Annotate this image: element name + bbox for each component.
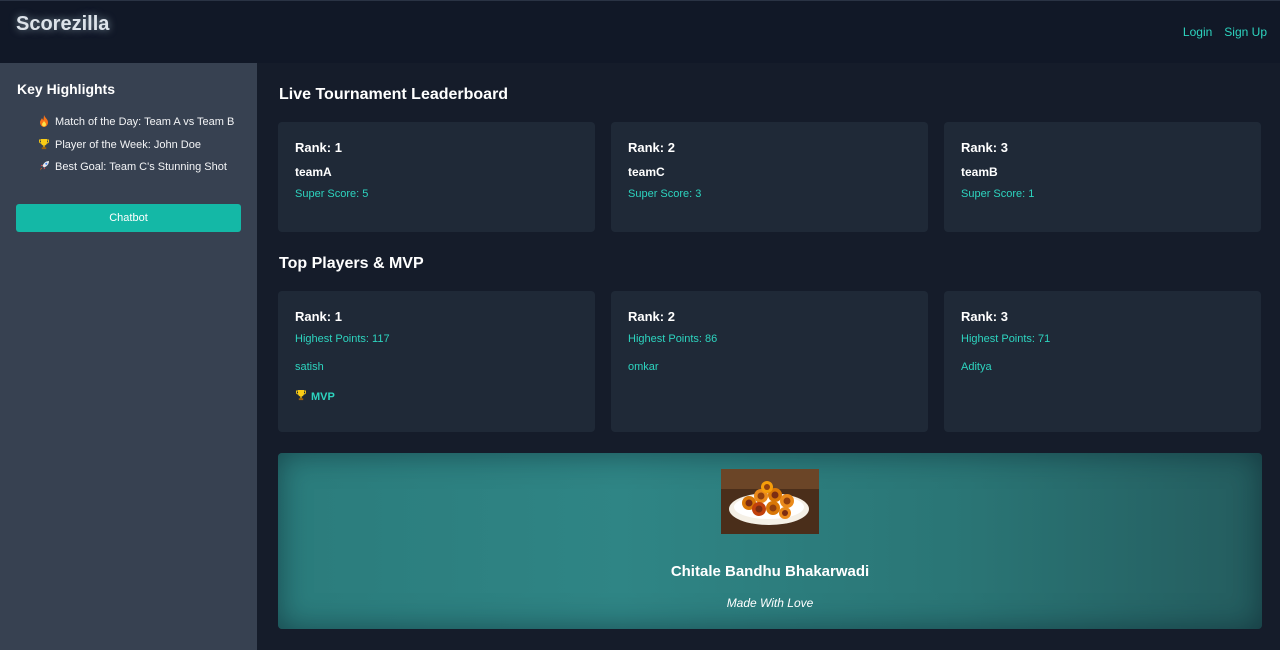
team-score: Super Score: 1 xyxy=(961,188,1035,200)
team-rank: Rank: 2 xyxy=(628,140,675,155)
trophy-icon xyxy=(39,138,50,151)
sidebar-title: Key Highlights xyxy=(17,81,116,97)
player-rank: Rank: 3 xyxy=(961,309,1008,324)
mvp-badge: MVP xyxy=(296,389,335,404)
team-card: Rank: 3 teamB Super Score: 1 xyxy=(944,122,1261,232)
team-score: Super Score: 5 xyxy=(295,188,369,200)
player-card: Rank: 1 Highest Points: 117 satish MVP xyxy=(278,291,595,432)
main-content: Live Tournament Leaderboard Rank: 1 team… xyxy=(257,63,1280,650)
highlight-text: Match of the Day: Team A vs Team B xyxy=(55,116,235,128)
player-rank: Rank: 2 xyxy=(628,309,675,324)
top-navbar: Scorezilla Login Sign Up xyxy=(0,0,1280,63)
sponsor-tagline: Made With Love xyxy=(726,596,814,610)
login-link[interactable]: Login xyxy=(1183,25,1212,39)
rocket-icon xyxy=(39,160,50,173)
signup-link[interactable]: Sign Up xyxy=(1224,25,1267,39)
player-name: omkar xyxy=(628,361,659,373)
sponsor-title: Chitale Bandhu Bhakarwadi xyxy=(670,563,870,580)
leaderboard-title: Live Tournament Leaderboard xyxy=(279,86,509,103)
player-points: Highest Points: 86 xyxy=(628,333,718,345)
team-name: teamC xyxy=(628,165,665,179)
sponsor-product-image xyxy=(721,469,819,534)
brand-logo[interactable]: Scorezilla xyxy=(16,13,109,36)
player-card: Rank: 2 Highest Points: 86 omkar xyxy=(611,291,928,432)
team-rank: Rank: 3 xyxy=(961,140,1008,155)
player-card: Rank: 3 Highest Points: 71 Aditya xyxy=(944,291,1261,432)
auth-nav: Login Sign Up xyxy=(1183,25,1267,39)
team-name: teamB xyxy=(961,165,998,179)
highlights-list: Match of the Day: Team A vs Team B Playe… xyxy=(39,115,234,183)
list-item: Best Goal: Team C's Stunning Shot xyxy=(39,160,234,183)
chatbot-button[interactable]: Chatbot xyxy=(16,204,241,232)
player-points: Highest Points: 71 xyxy=(961,333,1051,345)
sidebar: Key Highlights Match of the Day: Team A … xyxy=(0,63,257,650)
player-points: Highest Points: 117 xyxy=(295,333,390,345)
highlight-text: Player of the Week: John Doe xyxy=(55,138,201,151)
team-name: teamA xyxy=(295,165,332,179)
player-name: Aditya xyxy=(961,361,992,373)
list-item: Match of the Day: Team A vs Team B xyxy=(39,115,234,138)
sponsor-banner: Chitale Bandhu Bhakarwadi Made With Love xyxy=(278,453,1262,629)
player-name: satish xyxy=(295,361,324,373)
team-card: Rank: 2 teamC Super Score: 3 xyxy=(611,122,928,232)
highlight-text: Best Goal: Team C's Stunning Shot xyxy=(55,161,227,173)
team-rank: Rank: 1 xyxy=(295,140,342,155)
trophy-icon xyxy=(296,389,306,404)
team-score: Super Score: 3 xyxy=(628,188,702,200)
player-rank: Rank: 1 xyxy=(295,309,342,324)
mvp-label: MVP xyxy=(311,390,335,403)
team-card: Rank: 1 teamA Super Score: 5 xyxy=(278,122,595,232)
fire-icon xyxy=(39,115,50,128)
players-title: Top Players & MVP xyxy=(279,255,424,272)
list-item: Player of the Week: John Doe xyxy=(39,138,234,161)
